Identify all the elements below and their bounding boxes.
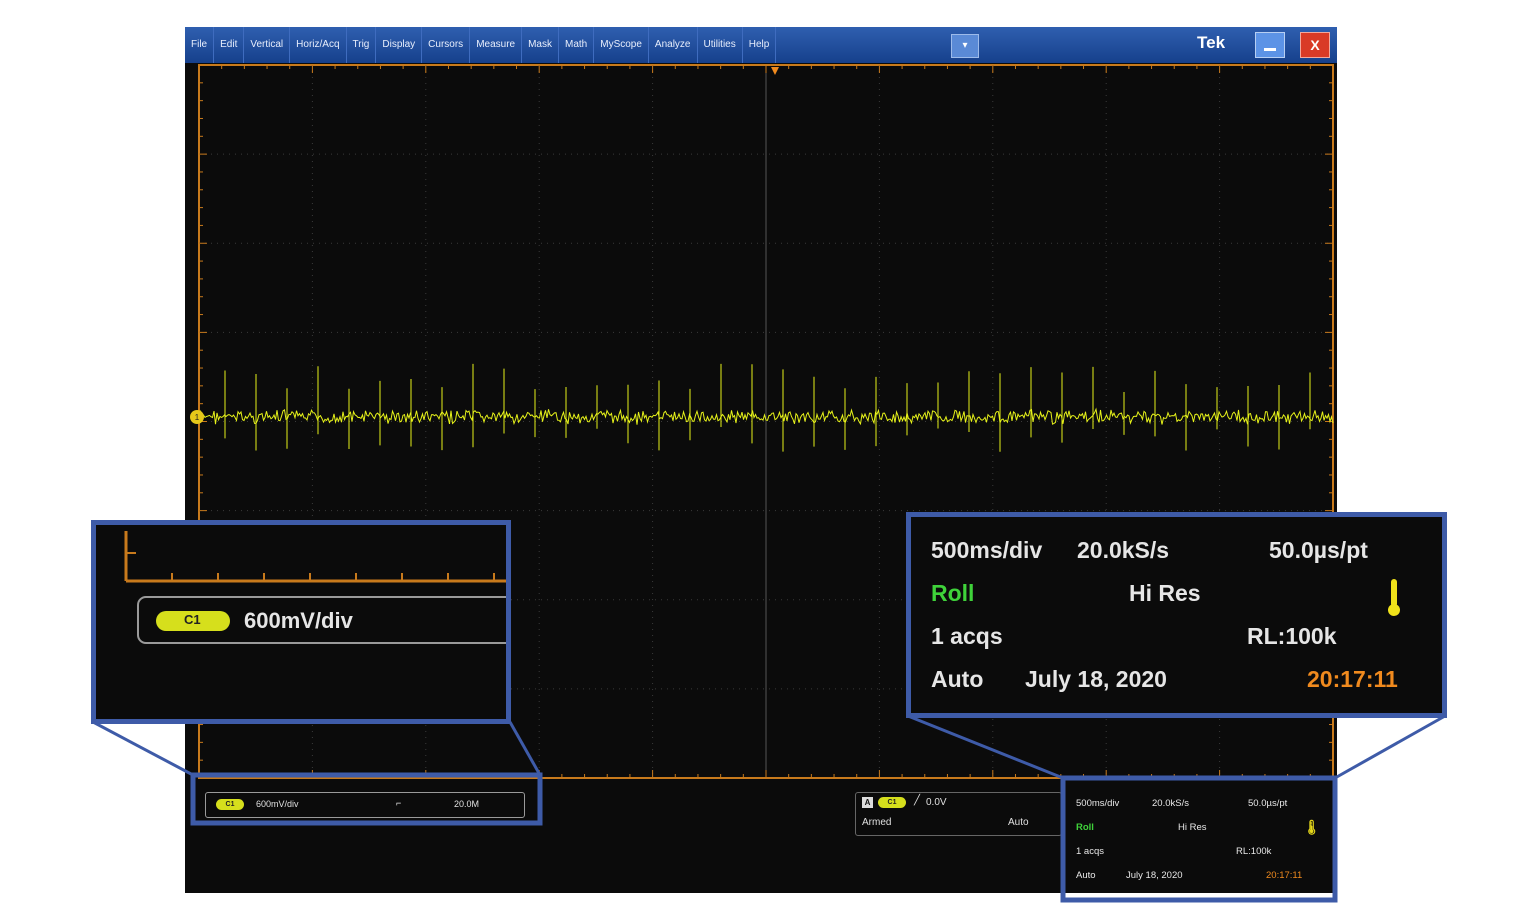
thermometer-icon: 🌡 (1303, 819, 1321, 835)
bandwidth-value: 20.0M (454, 799, 480, 809)
zoom-time: 20:17:11 (1307, 666, 1398, 692)
menu-cursors[interactable]: Cursors (422, 27, 471, 63)
sample-rate: 20.0kS/s (1152, 798, 1189, 809)
zoom-callout-channel: C1 600mV/div (91, 520, 511, 724)
zoom-timebase: 500ms/div (931, 537, 1043, 563)
menu-analyze[interactable]: Analyze (649, 27, 698, 63)
trigger-slope-icon: ╱ (914, 795, 921, 806)
zoom-record-length: RL:100k (1247, 623, 1337, 649)
acquisition-readout[interactable]: 500ms/div 20.0kS/s 50.0µs/pt Roll Hi Res… (1070, 792, 1332, 888)
trigger-mode: Auto (1008, 817, 1029, 828)
zoom-acq-mode: Roll (931, 580, 975, 606)
zoom-thermometer-icon (1388, 579, 1400, 616)
zoom-time-per-point: 50.0µs/pt (1269, 537, 1368, 563)
menu-mask[interactable]: Mask (522, 27, 559, 63)
trigger-level: 0.0V (926, 797, 947, 808)
date: July 18, 2020 (1126, 870, 1183, 881)
ground-marker-label: 1 (195, 413, 200, 422)
menu-dropdown-button[interactable]: ▾ (951, 34, 979, 58)
menu-vertical[interactable]: Vertical (244, 27, 291, 63)
timebase: 500ms/div (1076, 798, 1120, 809)
record-length: RL:100k (1236, 846, 1272, 857)
menu-help[interactable]: Help (743, 27, 777, 63)
channel-scale: 600mV/div (256, 799, 299, 809)
trigger-mode-label: Auto (1076, 870, 1096, 881)
trigger-position-icon[interactable] (771, 67, 779, 75)
zoom-channel-badge: C1 (184, 612, 201, 627)
trigger-source-badge: C1 (878, 797, 906, 808)
menu-utilities[interactable]: Utilities (698, 27, 743, 63)
menu-bar: File Edit Vertical Horiz/Acq Trig Displa… (185, 27, 1337, 63)
zoom-channel-scale: 600mV/div (244, 608, 353, 633)
menu-edit[interactable]: Edit (214, 27, 245, 63)
zoom-sample-rate: 20.0kS/s (1077, 537, 1170, 563)
menu-math[interactable]: Math (559, 27, 595, 63)
zoom-date: July 18, 2020 (1025, 666, 1167, 692)
trigger-readout[interactable]: A C1 ╱ 0.0V Armed Auto (855, 792, 1062, 836)
trigger-state: Armed (862, 817, 892, 828)
menu-myscope[interactable]: MyScope (594, 27, 649, 63)
menu-file[interactable]: File (185, 27, 215, 63)
channel-readout[interactable]: C1 600mV/div ⌐ 20.0M (205, 792, 525, 818)
acq-type: Hi Res (1178, 822, 1207, 833)
zoom-acq-count: 1 acqs (931, 623, 1003, 649)
oscilloscope-window: File Edit Vertical Horiz/Acq Trig Displa… (185, 27, 1337, 893)
menu-horiz-acq[interactable]: Horiz/Acq (290, 27, 347, 63)
zoom-acq-type: Hi Res (1129, 580, 1201, 606)
menu-measure[interactable]: Measure (470, 27, 523, 63)
acq-mode: Roll (1076, 822, 1094, 833)
channel-badge: C1 (216, 799, 244, 810)
waveform-spikes (224, 363, 1311, 452)
ground-marker-icon[interactable]: 1 (190, 410, 204, 424)
zoom-callout-acquisition: 500ms/div 20.0kS/s 50.0µs/pt Roll Hi Res… (906, 512, 1447, 718)
time-per-point: 50.0µs/pt (1248, 798, 1288, 809)
brand-logo: Tek (1197, 33, 1226, 52)
zoom-trigger-mode: Auto (931, 666, 984, 692)
acq-count: 1 acqs (1076, 846, 1104, 857)
time: 20:17:11 (1266, 870, 1303, 881)
menu-display[interactable]: Display (376, 27, 423, 63)
menu-trig[interactable]: Trig (347, 27, 377, 63)
minimize-icon[interactable] (1255, 32, 1285, 58)
close-icon[interactable]: X (1300, 32, 1330, 58)
bandwidth-limit-icon: ⌐ (396, 798, 402, 808)
trigger-mode-badge: A (862, 797, 873, 808)
